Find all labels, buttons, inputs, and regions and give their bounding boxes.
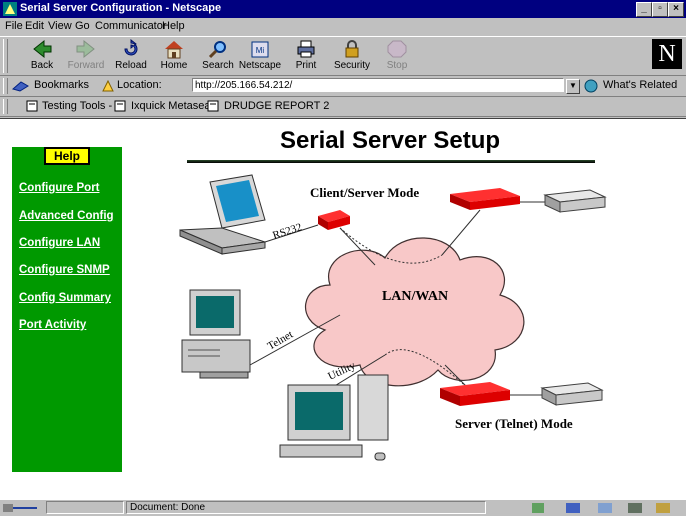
mail-icon: [566, 503, 580, 513]
forward-label: Forward: [67, 60, 105, 71]
network-diagram: Client/Server Mode LAN/WAN Server (Telne…: [179, 174, 607, 461]
navigator-icon: [532, 503, 544, 513]
navigation-toolbar: Back Forward Reload Home Search Mi Netsc…: [0, 36, 686, 76]
maximize-button[interactable]: ▫: [652, 2, 668, 17]
forward-arrow-icon: [76, 39, 95, 59]
progress-box: [46, 501, 124, 514]
peripheral-device-top: [543, 189, 607, 213]
client-server-mode-label: Client/Server Mode: [310, 185, 419, 200]
reload-button[interactable]: Reload: [109, 39, 153, 73]
whats-related-icon: [584, 79, 598, 93]
svg-text:Mi: Mi: [256, 46, 265, 55]
nav-sidebar: [12, 147, 122, 472]
bookmarks-button[interactable]: Bookmarks: [34, 79, 89, 91]
url-dropdown-button[interactable]: ▼: [566, 79, 580, 94]
personal-toolbar-grip[interactable]: [3, 99, 8, 114]
home-label: Home: [160, 60, 188, 71]
bookmark-page-icon: [207, 100, 219, 112]
menu-bar: File Edit View Go Communicator Help: [0, 19, 686, 35]
print-label: Print: [295, 60, 317, 71]
back-button[interactable]: Back: [20, 39, 64, 73]
window-title: Serial Server Configuration - Netscape: [20, 2, 222, 14]
print-icon: [297, 40, 315, 58]
minimize-button[interactable]: _: [636, 2, 652, 17]
window-title-bar[interactable]: Serial Server Configuration - Netscape _…: [0, 0, 686, 18]
nav-configure-lan[interactable]: Configure LAN: [19, 237, 100, 249]
rs232-label: RS232: [271, 221, 303, 242]
print-button[interactable]: Print: [284, 39, 328, 73]
home-icon: [165, 41, 183, 59]
serial-server-device-top-right: [450, 188, 520, 210]
nav-advanced-config[interactable]: Advanced Config: [19, 210, 114, 222]
search-button[interactable]: Search: [196, 39, 240, 73]
personal-toolbar: Testing Tools - Ixquick Metasea DRUDGE R…: [0, 97, 686, 117]
bookmarks-icon: [12, 81, 29, 92]
edit-icon: [656, 503, 670, 513]
close-button[interactable]: ×: [668, 2, 684, 17]
status-text: Document: Done: [126, 501, 486, 514]
lan-wan-label: LAN/WAN: [382, 289, 448, 304]
utility-workstation: [279, 374, 389, 461]
whats-related-button[interactable]: What's Related: [603, 79, 677, 91]
security-label: Security: [333, 60, 371, 71]
stop-button[interactable]: Stop: [375, 39, 419, 73]
location-label: Location:: [117, 79, 162, 91]
lan-wan-cloud: [305, 237, 525, 387]
url-input[interactable]: http://205.166.54.212/: [192, 78, 564, 92]
security-button[interactable]: Security: [330, 39, 374, 73]
nav-port-activity[interactable]: Port Activity: [19, 319, 86, 331]
forward-button[interactable]: Forward: [64, 39, 108, 73]
nav-configure-snmp[interactable]: Configure SNMP: [19, 264, 110, 276]
status-bar: Document: Done: [0, 499, 686, 516]
composer-icon: [628, 503, 642, 513]
menu-communicator[interactable]: Communicator: [95, 20, 167, 32]
menu-edit[interactable]: Edit: [25, 20, 44, 32]
bookmark-testing-tools[interactable]: Testing Tools -: [42, 100, 112, 112]
nav-config-summary[interactable]: Config Summary: [19, 292, 111, 304]
laptop-computer: [179, 174, 266, 255]
netscape-label: Netscape: [238, 60, 282, 71]
nav-configure-port[interactable]: Configure Port: [19, 182, 100, 194]
menu-view[interactable]: View: [48, 20, 72, 32]
stop-label: Stop: [386, 60, 408, 71]
back-label: Back: [30, 60, 54, 71]
bookmark-drudge-report[interactable]: DRUDGE REPORT 2: [224, 100, 329, 112]
menu-help[interactable]: Help: [162, 20, 185, 32]
toolbar-grip[interactable]: [3, 39, 8, 73]
stop-icon: [387, 40, 407, 58]
reload-label: Reload: [115, 60, 147, 71]
reload-icon: [124, 39, 138, 56]
netscape-button[interactable]: Mi Netscape: [238, 39, 282, 73]
menu-file[interactable]: File: [5, 20, 23, 32]
serial-server-device-client: [318, 210, 350, 230]
peripheral-device-bottom: [540, 382, 604, 406]
search-label: Search: [202, 60, 234, 71]
search-icon: [208, 41, 226, 59]
telnet-label: Telnet: [266, 329, 296, 353]
serial-server-device-server: [440, 382, 510, 406]
back-arrow-icon: [33, 39, 52, 59]
netscape-icon: Mi: [251, 41, 269, 58]
lock-icon: [345, 40, 359, 58]
newsgroups-icon: [598, 503, 612, 513]
bookmark-ixquick[interactable]: Ixquick Metasea: [131, 100, 210, 112]
bookmark-page-icon: [114, 100, 126, 112]
home-button[interactable]: Home: [152, 39, 196, 73]
title-rule: [187, 160, 595, 163]
component-bar: [532, 503, 670, 513]
help-button[interactable]: Help: [44, 147, 90, 165]
netscape-logo[interactable]: N: [652, 39, 682, 69]
page-title: Serial Server Setup: [279, 127, 501, 154]
netscape-app-icon: [3, 2, 17, 16]
location-grip[interactable]: [3, 78, 8, 94]
bookmark-page-icon: [26, 100, 38, 112]
page-proxy-icon[interactable]: [101, 79, 115, 93]
desktop-computer: [181, 289, 251, 379]
menu-go[interactable]: Go: [75, 20, 90, 32]
connection-status-icon: [3, 504, 37, 512]
location-bar: Bookmarks Location: http://205.166.54.21…: [0, 76, 686, 97]
server-telnet-mode-label: Server (Telnet) Mode: [455, 416, 573, 431]
